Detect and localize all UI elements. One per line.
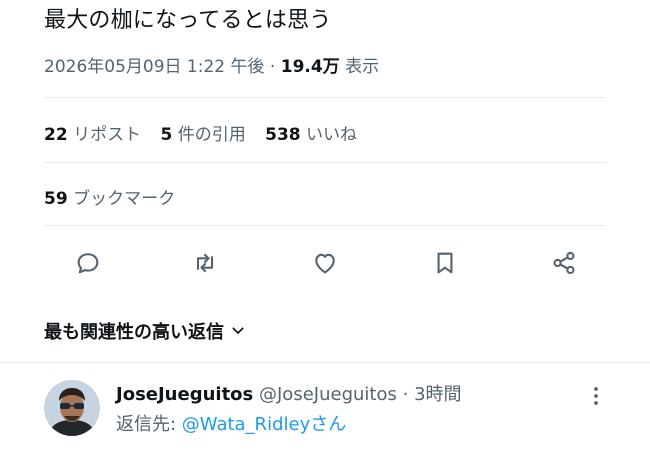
avatar[interactable] — [44, 380, 100, 436]
tweet-text: 最大の枷になってるとは思う — [44, 8, 332, 33]
likes-link[interactable]: 538 いいね — [265, 125, 357, 145]
share-icon — [553, 251, 575, 275]
action-bar — [44, 240, 606, 286]
like-icon — [315, 253, 335, 274]
reply-sort-dropdown[interactable]: 最も関連性の高い返信 — [44, 318, 246, 344]
likes-count: 538 — [265, 125, 301, 145]
avatar-image — [44, 380, 100, 436]
quotes-count: 5 — [160, 125, 173, 145]
reply-author-name[interactable]: JoseJueguitos — [116, 384, 253, 405]
like-button[interactable] — [302, 240, 348, 286]
bookmarks-label: ブックマーク — [73, 189, 176, 209]
reply-to-suffix: さん — [310, 414, 347, 435]
reply-time[interactable]: 3時間 — [414, 384, 461, 405]
more-options-button[interactable] — [582, 382, 610, 410]
quotes-link[interactable]: 5 件の引用 — [160, 125, 245, 145]
reposts-link[interactable]: 22 リポスト — [44, 125, 141, 145]
reply-header: JoseJueguitos @JoseJueguitos · 3時間 — [116, 380, 462, 406]
reply-separator: · — [402, 384, 409, 405]
bookmark-button[interactable] — [422, 240, 468, 286]
share-button[interactable] — [541, 240, 587, 286]
bookmark-icon — [437, 252, 453, 274]
divider — [44, 162, 606, 163]
reply-icon — [77, 253, 99, 274]
tweet-meta: 2026年05月09日 1:22 午後 · 19.4万 表示 — [44, 52, 379, 77]
reply-to-line: 返信先: @Wata_Ridleyさん — [116, 410, 346, 436]
divider — [0, 362, 650, 363]
engagement-stats: 22 リポスト 5 件の引用 538 いいね — [44, 120, 371, 145]
reply-button[interactable] — [65, 240, 111, 286]
meta-separator: · — [269, 57, 276, 77]
reply-to-mention[interactable]: @Wata_Ridley — [182, 414, 310, 435]
views-count: 19.4万 — [280, 57, 340, 77]
divider — [44, 225, 606, 226]
reposts-label: リポスト — [73, 125, 142, 145]
chevron-down-icon — [232, 327, 244, 334]
bookmarks-link[interactable]: 59 ブックマーク — [44, 184, 175, 209]
tweet-timestamp[interactable]: 2026年05月09日 1:22 午後 — [44, 57, 265, 77]
more-vertical-icon — [594, 387, 598, 405]
views-label: 表示 — [345, 57, 380, 77]
reposts-count: 22 — [44, 125, 68, 145]
likes-label: いいね — [306, 125, 358, 145]
quotes-label: 件の引用 — [177, 125, 246, 145]
reply-to-label: 返信先: — [116, 414, 182, 435]
divider — [44, 97, 606, 98]
repost-button[interactable] — [182, 240, 228, 286]
repost-icon — [196, 253, 214, 273]
bookmarks-count: 59 — [44, 189, 68, 209]
reply-author-handle[interactable]: @JoseJueguitos — [259, 384, 397, 405]
reply-sort-label: 最も関連性の高い返信 — [44, 322, 224, 343]
